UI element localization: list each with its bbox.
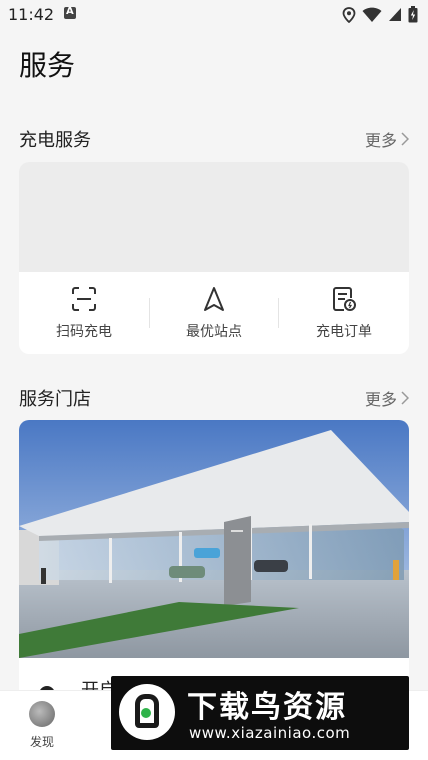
scan-icon: [72, 287, 96, 311]
store-more-label: 更多: [364, 390, 397, 409]
chevron-right-icon: [401, 132, 409, 146]
status-time: 11:42: [8, 5, 55, 24]
battery-icon: [408, 6, 418, 23]
charging-more-link[interactable]: 更多: [365, 127, 409, 151]
status-icons: [342, 6, 418, 23]
store-section-header: 服务门店 更多: [19, 385, 409, 410]
charging-banner[interactable]: [19, 162, 409, 272]
charge-order-button[interactable]: 充电订单: [279, 272, 409, 354]
app-notification-icon: [64, 6, 76, 19]
store-section-title: 服务门店: [19, 389, 91, 410]
discover-icon: [29, 701, 55, 727]
watermark-banner: 下载鸟资源 www.xiazainiao.com: [111, 676, 409, 750]
store-building-image: [19, 420, 409, 658]
nav-item-discover[interactable]: 发现: [12, 701, 72, 750]
charging-more-label: 更多: [364, 131, 397, 150]
store-more-link[interactable]: 更多: [365, 386, 409, 410]
action-divider: [278, 298, 279, 328]
service-screen: 11:42 服务 充电服务 更多: [0, 0, 428, 760]
wifi-icon: [362, 7, 382, 22]
order-document-icon: [333, 287, 356, 311]
charge-order-label: 充电订单: [316, 324, 372, 340]
chevron-right-icon: [401, 391, 409, 405]
navigation-arrow-icon: [204, 287, 224, 311]
location-icon: [342, 6, 356, 23]
best-station-label: 最优站点: [186, 324, 242, 340]
watermark-url: www.xiazainiao.com: [189, 724, 351, 742]
charging-quick-actions: 扫码充电 最优站点 充电订单: [19, 272, 409, 354]
nav-item-discover-label: 发现: [29, 735, 54, 749]
action-divider: [149, 298, 150, 328]
charging-card: 扫码充电 最优站点 充电订单: [19, 162, 409, 354]
watermark-title: 下载鸟资源: [187, 690, 347, 725]
scan-charge-label: 扫码充电: [56, 324, 112, 340]
bird-logo-icon: [119, 684, 175, 740]
store-card[interactable]: 开启: [19, 420, 409, 710]
scan-charge-button[interactable]: 扫码充电: [19, 272, 149, 354]
charging-section-title: 充电服务: [19, 130, 91, 151]
charging-section-header: 充电服务 更多: [19, 126, 409, 151]
status-bar: 11:42: [0, 0, 428, 30]
page-title: 服务: [19, 49, 76, 82]
signal-icon: [389, 8, 401, 21]
best-station-button[interactable]: 最优站点: [149, 272, 279, 354]
